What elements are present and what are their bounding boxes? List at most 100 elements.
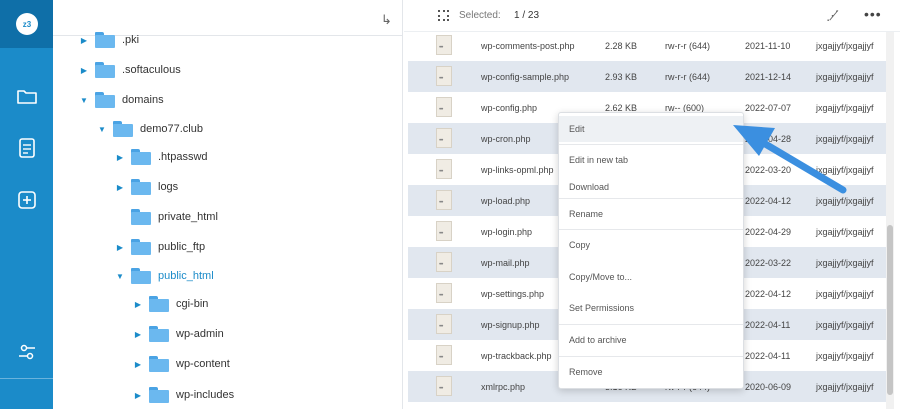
file-owner: jxgajjyf/jxgajjyf [816, 289, 874, 299]
file-size: 2.28 KB [605, 41, 638, 51]
expand-caret-icon[interactable]: ▶ [79, 66, 89, 75]
app-sidebar-rail: z3 [0, 0, 53, 409]
tree-node-private-html[interactable]: private_html [115, 206, 218, 228]
php-file-icon [436, 66, 452, 86]
collapse-caret-icon[interactable]: ▼ [79, 96, 89, 105]
folder-icon [149, 356, 169, 372]
expand-caret-icon[interactable]: ▶ [133, 330, 143, 339]
file-date: 2020-06-09 [745, 382, 792, 392]
tree-node-label: demo77.club [140, 123, 203, 135]
file-name: wp-signup.php [481, 320, 540, 330]
hide-hidden-files-icon[interactable]: ⋰̸ [826, 8, 839, 24]
php-file-icon [436, 190, 452, 210]
tree-node-wp-admin[interactable]: ▶ wp-admin [133, 323, 224, 345]
file-name: wp-trackback.php [481, 351, 552, 361]
menu-copy[interactable]: Copy [559, 232, 743, 258]
menu-divider [559, 229, 743, 230]
folder-icon[interactable] [15, 84, 39, 108]
app-logo[interactable]: z3 [16, 13, 38, 35]
tree-node-label: public_ftp [158, 241, 206, 253]
menu-divider [559, 144, 743, 145]
file-date: 2022-04-11 [745, 351, 791, 361]
tree-node-label: private_html [158, 211, 218, 223]
file-name: wp-login.php [481, 227, 533, 237]
tree-node-label: .softaculous [122, 64, 181, 76]
menu-set-permissions[interactable]: Set Permissions [559, 295, 743, 321]
go-up-icon[interactable]: ↳ [381, 12, 392, 28]
folder-icon [149, 387, 169, 403]
folder-icon [131, 239, 151, 255]
php-file-icon [436, 376, 452, 396]
add-square-icon[interactable] [15, 188, 39, 212]
file-date: 2021-11-10 [745, 41, 791, 51]
tree-node-htpasswd[interactable]: ▶ .htpasswd [115, 146, 208, 168]
tree-node-pki[interactable]: ▶ .pki [79, 29, 139, 51]
menu-rename[interactable]: Rename [559, 201, 743, 227]
file-name: wp-load.php [481, 196, 531, 206]
expand-caret-icon[interactable]: ▶ [133, 300, 143, 309]
context-menu: Edit Edit in new tab Download Rename Cop… [558, 112, 744, 389]
select-all-icon[interactable] [438, 10, 449, 21]
file-name: wp-config.php [481, 103, 538, 113]
menu-edit[interactable]: Edit [559, 116, 743, 142]
expand-caret-icon[interactable]: ▶ [79, 36, 89, 45]
file-size: 2.93 KB [605, 72, 638, 82]
tree-node-softaculous[interactable]: ▶ .softaculous [79, 59, 181, 81]
scrollbar-thumb[interactable] [887, 225, 893, 395]
menu-divider [559, 324, 743, 325]
expand-caret-icon[interactable]: ▶ [115, 243, 125, 252]
tree-node-wp-includes[interactable]: ▶ wp-includes [133, 384, 234, 406]
file-date: 2022-04-12 [745, 196, 792, 206]
tree-node-label: cgi-bin [176, 298, 209, 310]
file-name: xmlrpc.php [481, 382, 526, 392]
menu-divider [559, 356, 743, 357]
php-file-icon [436, 159, 452, 179]
tree-node-public-ftp[interactable]: ▶ public_ftp [115, 236, 205, 258]
expand-caret-icon[interactable]: ▶ [115, 183, 125, 192]
file-owner: jxgajjyf/jxgajjyf [816, 165, 874, 175]
file-owner: jxgajjyf/jxgajjyf [816, 320, 874, 330]
settings-sliders-icon[interactable] [15, 340, 39, 364]
menu-divider [559, 198, 743, 199]
file-date: 2022-03-20 [745, 165, 792, 175]
collapse-caret-icon[interactable]: ▼ [97, 125, 107, 134]
vertical-scrollbar[interactable] [886, 32, 894, 409]
file-owner: jxgajjyf/jxgajjyf [816, 41, 874, 51]
menu-copy-move[interactable]: Copy/Move to... [559, 264, 743, 290]
folder-link-icon [131, 209, 151, 225]
menu-remove[interactable]: Remove [559, 359, 743, 385]
file-name: wp-links-opml.php [481, 165, 554, 175]
collapse-caret-icon[interactable]: ▼ [115, 272, 125, 281]
tree-node-cgi-bin[interactable]: ▶ cgi-bin [133, 293, 208, 315]
file-toolbar: Selected: 1 / 23 ⋰̸ ••• [404, 0, 900, 32]
file-name: wp-settings.php [481, 289, 545, 299]
menu-edit-new-tab[interactable]: Edit in new tab [559, 147, 743, 173]
file-date: 2022-03-22 [745, 258, 792, 268]
tree-node-wp-content[interactable]: ▶ wp-content [133, 353, 230, 375]
document-icon[interactable] [15, 136, 39, 160]
file-owner: jxgajjyf/jxgajjyf [816, 196, 874, 206]
tree-node-public-html[interactable]: ▼ public_html [115, 265, 214, 287]
menu-add-archive[interactable]: Add to archive [559, 327, 743, 353]
directory-tree: ↳ ▶ .pki ▶ .softaculous ▼ domains ▼ demo… [53, 0, 403, 409]
tree-node-demo77[interactable]: ▼ demo77.club [97, 118, 203, 140]
file-owner: jxgajjyf/jxgajjyf [816, 382, 874, 392]
folder-open-icon [95, 92, 115, 108]
php-file-icon [436, 35, 452, 55]
tree-node-label: logs [158, 181, 179, 193]
folder-icon [95, 32, 115, 48]
expand-caret-icon[interactable]: ▶ [115, 153, 125, 162]
expand-caret-icon[interactable]: ▶ [133, 391, 143, 400]
folder-open-icon [113, 121, 133, 137]
table-row[interactable]: wp-config-sample.php 2.93 KB rw-r-r (644… [408, 61, 888, 92]
more-options-icon[interactable]: ••• [864, 6, 882, 22]
tree-node-logs[interactable]: ▶ logs [115, 176, 178, 198]
file-date: 2022-04-28 [745, 134, 792, 144]
table-row[interactable]: wp-comments-post.php 2.28 KB rw-r-r (644… [408, 30, 888, 61]
menu-download[interactable]: Download [559, 174, 743, 200]
php-file-icon [436, 252, 452, 272]
logo-area: z3 [0, 0, 53, 48]
file-owner: jxgajjyf/jxgajjyf [816, 134, 874, 144]
expand-caret-icon[interactable]: ▶ [133, 360, 143, 369]
tree-node-domains[interactable]: ▼ domains [79, 89, 164, 111]
